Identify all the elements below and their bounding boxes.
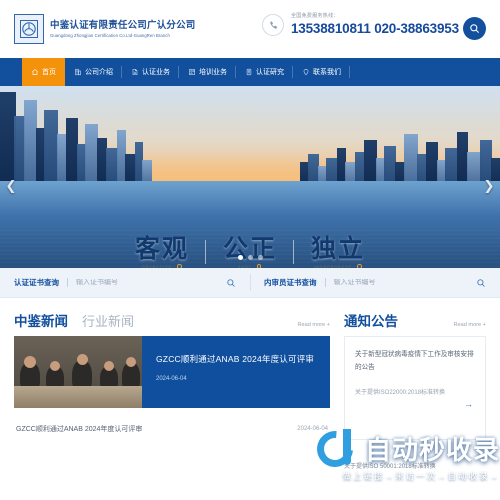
- nav-item-home[interactable]: 首页: [22, 58, 65, 86]
- page-root: 中鉴认证有限责任公司广认分公司 Guangdong Zhongjian Cert…: [0, 0, 500, 500]
- notice-item-primary[interactable]: 关于新型冠状病毒疫情下工作及审核安排的公告: [355, 349, 475, 374]
- hero-banner: 客观 OBJECTIVE 公正 JUST 独立 INDEPENDENT ❮ ❯: [0, 86, 500, 268]
- search-icon[interactable]: [463, 17, 486, 40]
- featured-news-date: 2024-06-04: [156, 375, 187, 382]
- search-icon[interactable]: [476, 278, 486, 288]
- nav-item-certification[interactable]: 认证业务: [122, 58, 179, 86]
- nav-left-pad: [0, 58, 22, 86]
- carousel-dot[interactable]: [257, 255, 263, 260]
- auditor-number-input[interactable]: [333, 279, 468, 286]
- tab-industry-news[interactable]: 行业新闻: [82, 311, 134, 330]
- main-navigation: 首页 公司介绍 认证业务 培训业务 认证研究 联系我们: [0, 58, 500, 86]
- cert-query-cell: 认证证书查询: [0, 268, 250, 297]
- news-read-more-link[interactable]: Read more +: [298, 322, 331, 328]
- chevron-left-icon[interactable]: ❮: [3, 174, 19, 198]
- slogan-item: 独立 INDEPENDENT: [294, 236, 382, 268]
- slogan-en: INDEPENDENT: [314, 264, 353, 269]
- notice-column: 通知公告 Read more + 关于新型冠状病毒疫情下工作及审核安排的公告 →…: [344, 310, 486, 473]
- nav-label: 首页: [42, 69, 56, 76]
- phone-icon: [262, 14, 284, 37]
- cert-query-label: 认证证书查询: [14, 278, 59, 287]
- notice-read-more-link[interactable]: Read more +: [454, 322, 487, 328]
- logo-company-name-cn: 中鉴认证有限责任公司广认分公司: [50, 19, 196, 31]
- meeting-room-photo: [14, 336, 142, 408]
- carousel-dot[interactable]: [237, 255, 243, 260]
- cert-number-input[interactable]: [76, 279, 218, 286]
- notice-bottom-list: 关于提供ISO 50001:2018标准转换: [344, 462, 486, 473]
- slogan-item: 客观 OBJECTIVE: [118, 236, 206, 268]
- slogan-en: OBJECTIVE: [142, 264, 173, 269]
- carousel-dot[interactable]: [247, 255, 253, 260]
- hotline-numbers: 13538810811 020-38863953: [291, 20, 459, 36]
- nav-label: 联系我们: [313, 69, 341, 76]
- chevron-right-icon[interactable]: ❯: [481, 174, 497, 198]
- nav-item-training[interactable]: 培训业务: [179, 58, 236, 86]
- slogan-en: JUST: [238, 264, 252, 269]
- building-icon: [74, 68, 82, 76]
- nav-label: 培训业务: [199, 69, 227, 76]
- certification-seal-icon: [14, 14, 44, 44]
- nav-label: 认证研究: [256, 69, 284, 76]
- site-header: 中鉴认证有限责任公司广认分公司 Guangdong Zhongjian Cert…: [0, 0, 500, 58]
- nav-right-pad: [350, 58, 500, 86]
- notice-list-item[interactable]: 关于提供ISO 50001:2018标准转换: [344, 462, 486, 473]
- notice-box: 关于新型冠状病毒疫情下工作及审核安排的公告 → 关于提供ISO22000:201…: [344, 336, 486, 440]
- news-item-date: 2024-06-04: [297, 426, 328, 432]
- contact-icon: [302, 68, 310, 76]
- banner-skyline: [0, 86, 500, 188]
- tab-company-news[interactable]: 中鉴新闻: [14, 310, 68, 330]
- featured-news-title: GZCC顺利通过ANAB 2024年度认可评审: [156, 354, 315, 364]
- search-icon[interactable]: [226, 278, 236, 288]
- home-icon: [31, 68, 39, 76]
- featured-news-card[interactable]: GZCC顺利通过ANAB 2024年度认可评审 2024-06-04: [14, 336, 330, 408]
- certificate-query-bar: 认证证书查询 内审员证书查询: [0, 268, 500, 298]
- featured-news-body: GZCC顺利通过ANAB 2024年度认可评审 2024-06-04: [142, 336, 330, 408]
- news-list-item[interactable]: GZCC顺利通过ANAB 2024年度认可评审 2024-06-04: [14, 418, 330, 440]
- news-section-header: 中鉴新闻 行业新闻 Read more +: [14, 310, 330, 336]
- arrow-right-icon[interactable]: →: [464, 399, 473, 409]
- news-list: GZCC顺利通过ANAB 2024年度认可评审 2024-06-04: [14, 418, 330, 440]
- slogan-dot-icon: [256, 264, 262, 268]
- slogan-item: 公正 JUST: [206, 236, 295, 269]
- research-icon: [245, 68, 253, 76]
- divider: [67, 278, 68, 287]
- nav-item-contact[interactable]: 联系我们: [293, 58, 350, 86]
- hotline-block: 全国免费服务热线： 13538810811 020-38863953: [262, 13, 459, 37]
- divider: [324, 278, 326, 287]
- auditor-query-label: 内审员证书查询: [264, 278, 317, 287]
- main-content: 中鉴新闻 行业新闻 Read more + GZCC顺利通过ANAB 2024年…: [0, 298, 500, 473]
- nav-item-company[interactable]: 公司介绍: [65, 58, 122, 86]
- site-logo[interactable]: 中鉴认证有限责任公司广认分公司 Guangdong Zhongjian Cert…: [14, 14, 196, 44]
- notice-section-header: 通知公告 Read more +: [344, 310, 486, 336]
- slogan-dot-icon: [177, 264, 182, 268]
- notice-item-secondary[interactable]: 关于提供ISO22000:2018标准转换: [355, 388, 475, 399]
- notice-title: 通知公告: [344, 314, 398, 329]
- training-icon: [188, 68, 196, 76]
- logo-company-name-en: Guangdong Zhongjian Certification Co.Ltd…: [50, 32, 170, 38]
- banner-slogan: 客观 OBJECTIVE 公正 JUST 独立 INDEPENDENT: [0, 236, 500, 268]
- hotline-label: 全国免费服务热线：: [291, 13, 339, 19]
- nav-item-research[interactable]: 认证研究: [236, 58, 293, 86]
- news-column: 中鉴新闻 行业新闻 Read more + GZCC顺利通过ANAB 2024年…: [14, 310, 330, 473]
- nav-label: 认证业务: [142, 69, 170, 76]
- auditor-query-cell: 内审员证书查询: [250, 268, 500, 297]
- news-item-title: GZCC顺利通过ANAB 2024年度认可评审: [16, 426, 143, 433]
- document-icon: [131, 68, 139, 76]
- carousel-dots: [0, 255, 500, 260]
- nav-label: 公司介绍: [85, 69, 113, 76]
- slogan-dot-icon: [357, 264, 362, 268]
